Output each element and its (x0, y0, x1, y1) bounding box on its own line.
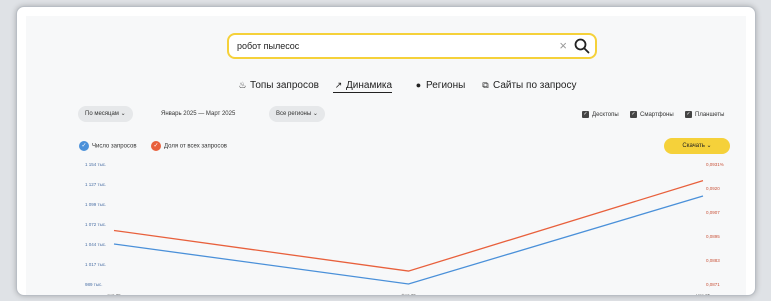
x-axis-tick-label: мар 25 (696, 293, 711, 295)
left-axis-tick-label: 1 017 тыс. (85, 262, 106, 267)
line-chart: 1 154 тыс. 1 127 тыс. 1 099 тыс. 1 072 тыс.… (85, 162, 724, 295)
x-axis-tick-label: янв 25 (107, 293, 121, 295)
left-axis-tick-label: 1 099 тыс. (85, 202, 106, 207)
left-axis-tick-label: 1 044 тыс. (85, 242, 106, 247)
right-axis-tick-label: 0,0920 (706, 186, 720, 191)
right-axis-tick-label: 0,0871 (706, 282, 720, 287)
window-frame: робот пылесос × ♨ Топы запросов ↗ Динамика… (16, 6, 756, 296)
left-axis-tick-label: 989 тыс. (85, 282, 103, 287)
left-axis-tick-label: 1 127 тыс. (85, 182, 106, 187)
right-axis-tick-label: 0,0907 (706, 210, 720, 215)
left-axis-tick-label: 1 072 тыс. (85, 222, 106, 227)
left-axis-tick-label: 1 154 тыс. (85, 162, 106, 167)
x-axis-tick-label: фев 25 (401, 293, 416, 295)
right-axis-tick-label: 0,0895 (706, 234, 720, 239)
right-axis-tick-label: 0,0931% (706, 162, 724, 167)
series-line-share (113, 179, 704, 272)
right-axis-tick-label: 0,0883 (706, 258, 720, 263)
